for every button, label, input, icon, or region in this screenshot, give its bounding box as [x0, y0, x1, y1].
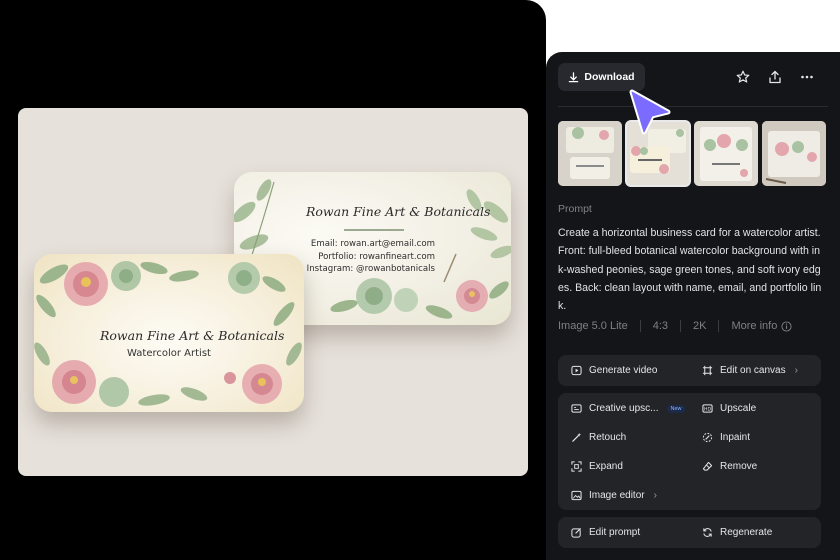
upscale-icon: HD — [702, 404, 713, 413]
prompt-text: Create a horizontal business card for a … — [558, 227, 822, 313]
favorite-button[interactable] — [732, 66, 754, 88]
creative-upscale-icon — [571, 404, 582, 413]
upscale-button[interactable]: HD Upscale — [702, 403, 756, 414]
eraser-icon — [702, 461, 713, 471]
back-card-title: Rowan Fine Art & Botanicals — [306, 204, 491, 219]
thumbnail-1[interactable] — [558, 121, 622, 186]
expand-label: Expand — [589, 461, 623, 472]
more-info-link[interactable]: More info — [731, 320, 777, 332]
inpaint-label: Inpaint — [720, 432, 751, 443]
canvas-icon — [702, 365, 713, 376]
image-editor-button[interactable]: Image editor › — [571, 490, 657, 501]
image-stage: Rowan Fine Art & Botanicals Email: rowan… — [0, 0, 546, 560]
thumbnail-4[interactable] — [762, 121, 826, 186]
creative-upscale-label: Creative upsc... — [589, 403, 659, 414]
creative-upscale-button[interactable]: Creative upsc... New — [571, 403, 685, 414]
info-icon[interactable] — [781, 320, 792, 332]
inpaint-button[interactable]: Inpaint — [702, 432, 750, 443]
generate-video-label: Generate video — [589, 365, 658, 376]
more-icon — [801, 75, 813, 79]
chevron-right-icon: › — [653, 490, 657, 501]
details-panel: Download Prompt Create a horizontal busi… — [546, 52, 840, 560]
video-actions-group: Generate video Edit on canvas › — [558, 355, 821, 386]
edit-prompt-button[interactable]: Edit prompt — [571, 527, 640, 538]
download-button[interactable]: Download — [558, 63, 645, 91]
back-card-instagram: Instagram: @rowanbotanicals — [306, 264, 435, 274]
expand-icon — [571, 461, 582, 472]
generate-video-button[interactable]: Generate video — [571, 365, 657, 376]
video-icon — [571, 365, 582, 376]
download-label: Download — [584, 71, 635, 83]
prompt-label: Prompt — [558, 203, 592, 215]
share-button[interactable] — [764, 66, 786, 88]
image-meta: Image 5.0 Lite 4:3 2K More info — [558, 320, 792, 332]
thumbnail-3[interactable] — [694, 121, 758, 186]
chevron-right-icon: › — [794, 365, 798, 376]
model-name: Image 5.0 Lite — [558, 320, 628, 332]
star-icon — [736, 70, 750, 83]
front-card-subtitle: Watercolor Artist — [127, 348, 211, 359]
regenerate-button[interactable]: Regenerate — [702, 527, 772, 538]
edit-prompt-label: Edit prompt — [589, 527, 641, 538]
edit-tools-group: Creative upsc... New HD Upscale Retouch … — [558, 393, 821, 510]
edit-on-canvas-button[interactable]: Edit on canvas › — [702, 365, 798, 376]
share-icon — [769, 70, 781, 84]
retouch-button[interactable]: Retouch — [571, 432, 626, 443]
prompt-actions-group: Edit prompt Regenerate — [558, 517, 821, 548]
retouch-label: Retouch — [589, 432, 627, 443]
back-card-email: Email: rowan.art@email.com — [310, 239, 435, 249]
image-editor-icon — [571, 490, 582, 501]
front-card-title: Rowan Fine Art & Botanicals — [100, 328, 285, 343]
retouch-icon — [572, 432, 582, 442]
business-card-front: Rowan Fine Art & Botanicals Watercolor A… — [34, 254, 304, 412]
divider — [558, 106, 828, 107]
more-options-button[interactable] — [796, 66, 818, 88]
new-badge: New — [667, 404, 685, 413]
aspect-ratio: 4:3 — [652, 320, 669, 332]
resolution: 2K — [693, 320, 707, 332]
regenerate-icon — [703, 528, 712, 537]
remove-button[interactable]: Remove — [702, 461, 757, 472]
regenerate-label: Regenerate — [720, 527, 773, 538]
inpaint-icon — [702, 432, 713, 443]
mouse-cursor-icon — [629, 89, 671, 135]
thumbnail-strip — [558, 120, 826, 187]
svg-text:HD: HD — [704, 407, 711, 413]
image-editor-label: Image editor — [589, 490, 645, 501]
expand-button[interactable]: Expand — [571, 461, 623, 472]
edit-icon — [571, 527, 582, 538]
download-icon — [569, 71, 579, 82]
upscale-label: Upscale — [720, 403, 757, 414]
edit-on-canvas-label: Edit on canvas — [720, 365, 786, 376]
remove-label: Remove — [720, 461, 758, 472]
back-card-portfolio: Portfolio: rowanfineart.com — [318, 252, 435, 262]
generated-image[interactable]: Rowan Fine Art & Botanicals Email: rowan… — [18, 108, 528, 476]
